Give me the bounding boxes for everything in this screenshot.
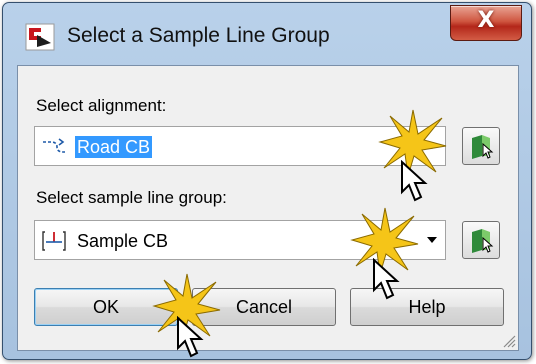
civil3d-app-icon [25, 23, 55, 51]
window-title: Select a Sample Line Group [67, 24, 330, 47]
pick-from-drawing-icon [472, 229, 494, 253]
dialog-window: Select a Sample Line Group X Select alig… [2, 2, 532, 360]
close-icon: X [477, 8, 495, 33]
close-button[interactable]: X [450, 5, 522, 41]
mouse-cursor-icon [373, 258, 400, 300]
sample-line-group-icon [42, 231, 66, 251]
chevron-down-icon[interactable] [427, 237, 437, 243]
title-bar[interactable]: Select a Sample Line Group X [3, 3, 531, 65]
alignment-icon [43, 138, 65, 153]
sample-line-group-label: Select sample line group: [36, 188, 227, 207]
alignment-value: Road CB [75, 136, 153, 158]
pick-sample-line-group-button[interactable] [462, 221, 500, 259]
mouse-cursor-icon [177, 316, 204, 358]
pick-from-drawing-icon [472, 135, 494, 159]
pick-alignment-button[interactable] [462, 127, 500, 165]
alignment-label: Select alignment: [36, 96, 167, 115]
resize-grip-icon[interactable] [500, 332, 516, 348]
mouse-cursor-icon [401, 160, 428, 202]
sample-line-group-value: Sample CB [77, 231, 169, 251]
